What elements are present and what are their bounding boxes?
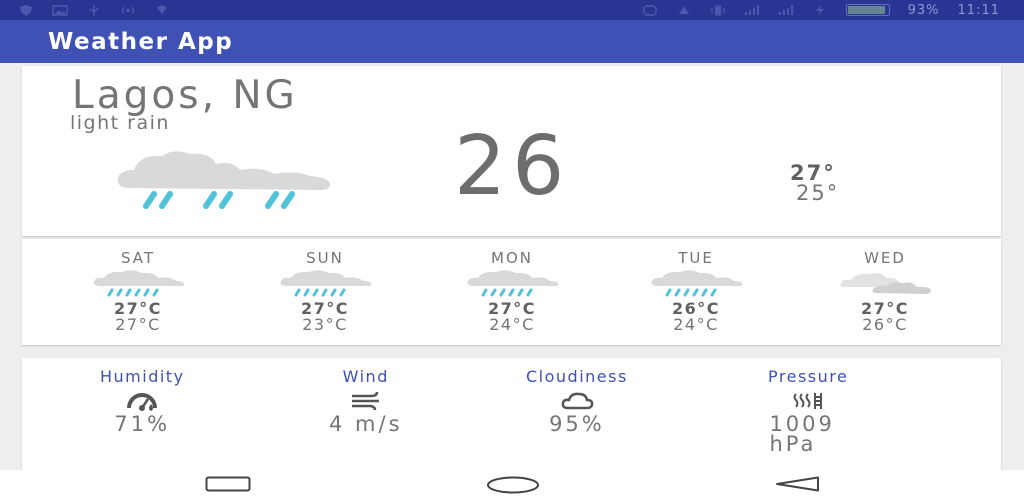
cloudiness-value: 95%	[549, 412, 605, 436]
wind-value: 4 m/s	[329, 412, 403, 436]
forecast-low: 24°C	[489, 315, 535, 334]
back-button[interactable]	[774, 476, 820, 492]
pressure-label: Pressure	[768, 367, 849, 386]
pressure-icon	[791, 390, 825, 412]
forecast-day-sat[interactable]: SAT 27°C 27°C	[78, 249, 198, 333]
pressure-unit: hPa	[769, 432, 817, 456]
app-title: Weather App	[48, 28, 234, 55]
rain-cloud-icon	[90, 269, 186, 299]
pressure-detail: Pressure 1009 hPa	[768, 367, 849, 456]
forecast-day-name: WED	[864, 249, 906, 267]
forecast-day-name: SAT	[120, 249, 156, 267]
forecast-day-name: TUE	[678, 249, 714, 267]
clouds-icon	[837, 269, 933, 299]
wind-label: Wind	[342, 367, 389, 386]
usb-icon	[86, 4, 102, 16]
vibrate-icon	[710, 5, 726, 16]
gauge-icon	[125, 390, 159, 412]
data-icon	[676, 5, 692, 16]
image-icon	[52, 4, 68, 16]
forecast-day-wed[interactable]: WED 27°C 26°C	[825, 249, 945, 333]
location-icon	[154, 5, 170, 16]
app-bar: Weather App	[0, 20, 1024, 63]
signal-icon	[778, 4, 794, 16]
rain-cloud-icon	[464, 269, 560, 299]
cloudiness-label: Cloudiness	[526, 367, 628, 386]
rain-cloud-icon	[648, 269, 744, 299]
status-bar: 93% 11:11	[0, 0, 1024, 20]
rain-cloud-icon	[277, 269, 373, 299]
humidity-value: 71%	[114, 412, 171, 436]
cloudiness-detail: Cloudiness 95%	[526, 367, 628, 436]
wind-icon	[349, 390, 383, 412]
weather-description: light rain	[70, 112, 170, 134]
current-weather-card[interactable]: Lagos, NG light rain 26 27° 25°	[22, 66, 1001, 236]
forecast-day-sun[interactable]: SUN 27°C 23°C	[265, 249, 385, 333]
forecast-day-name: MON	[491, 249, 533, 267]
radio-icon	[120, 5, 136, 16]
navigation-bar	[0, 470, 1024, 500]
forecast-low: 27°C	[115, 315, 161, 334]
forecast-day-mon[interactable]: MON 27°C 24°C	[452, 249, 572, 333]
forecast-day-tue[interactable]: TUE 26°C 24°C	[636, 249, 756, 333]
battery-percent: 93%	[907, 2, 940, 18]
forecast-low: 24°C	[673, 315, 719, 334]
pressure-value: 1009 hPa	[769, 414, 834, 456]
today-low: 25°	[796, 181, 840, 205]
humidity-detail: Humidity 71%	[100, 367, 185, 436]
home-button[interactable]	[486, 476, 540, 494]
details-card: Humidity 71% Wind 4 m/s Cloudiness 95% P…	[22, 358, 1001, 470]
forecast-low: 23°C	[302, 315, 348, 334]
charging-icon	[812, 4, 828, 16]
battery-fill	[847, 6, 885, 14]
shield-icon	[18, 4, 34, 16]
rain-cloud-icon	[110, 150, 334, 214]
nfc-icon	[642, 4, 658, 16]
recents-button[interactable]	[205, 476, 251, 492]
forecast-card: SAT 27°C 27°C SUN 27°C 23°C MON 27°C 24°…	[22, 239, 1001, 345]
signal-icon	[744, 4, 760, 16]
forecast-day-name: SUN	[306, 249, 344, 267]
forecast-low: 26°C	[862, 315, 908, 334]
current-temperature: 26	[454, 119, 571, 214]
humidity-label: Humidity	[100, 367, 185, 386]
battery-indicator	[845, 4, 890, 16]
wind-detail: Wind 4 m/s	[329, 367, 403, 436]
clock: 11:11	[957, 2, 1000, 18]
cloud-outline-icon	[560, 390, 594, 412]
